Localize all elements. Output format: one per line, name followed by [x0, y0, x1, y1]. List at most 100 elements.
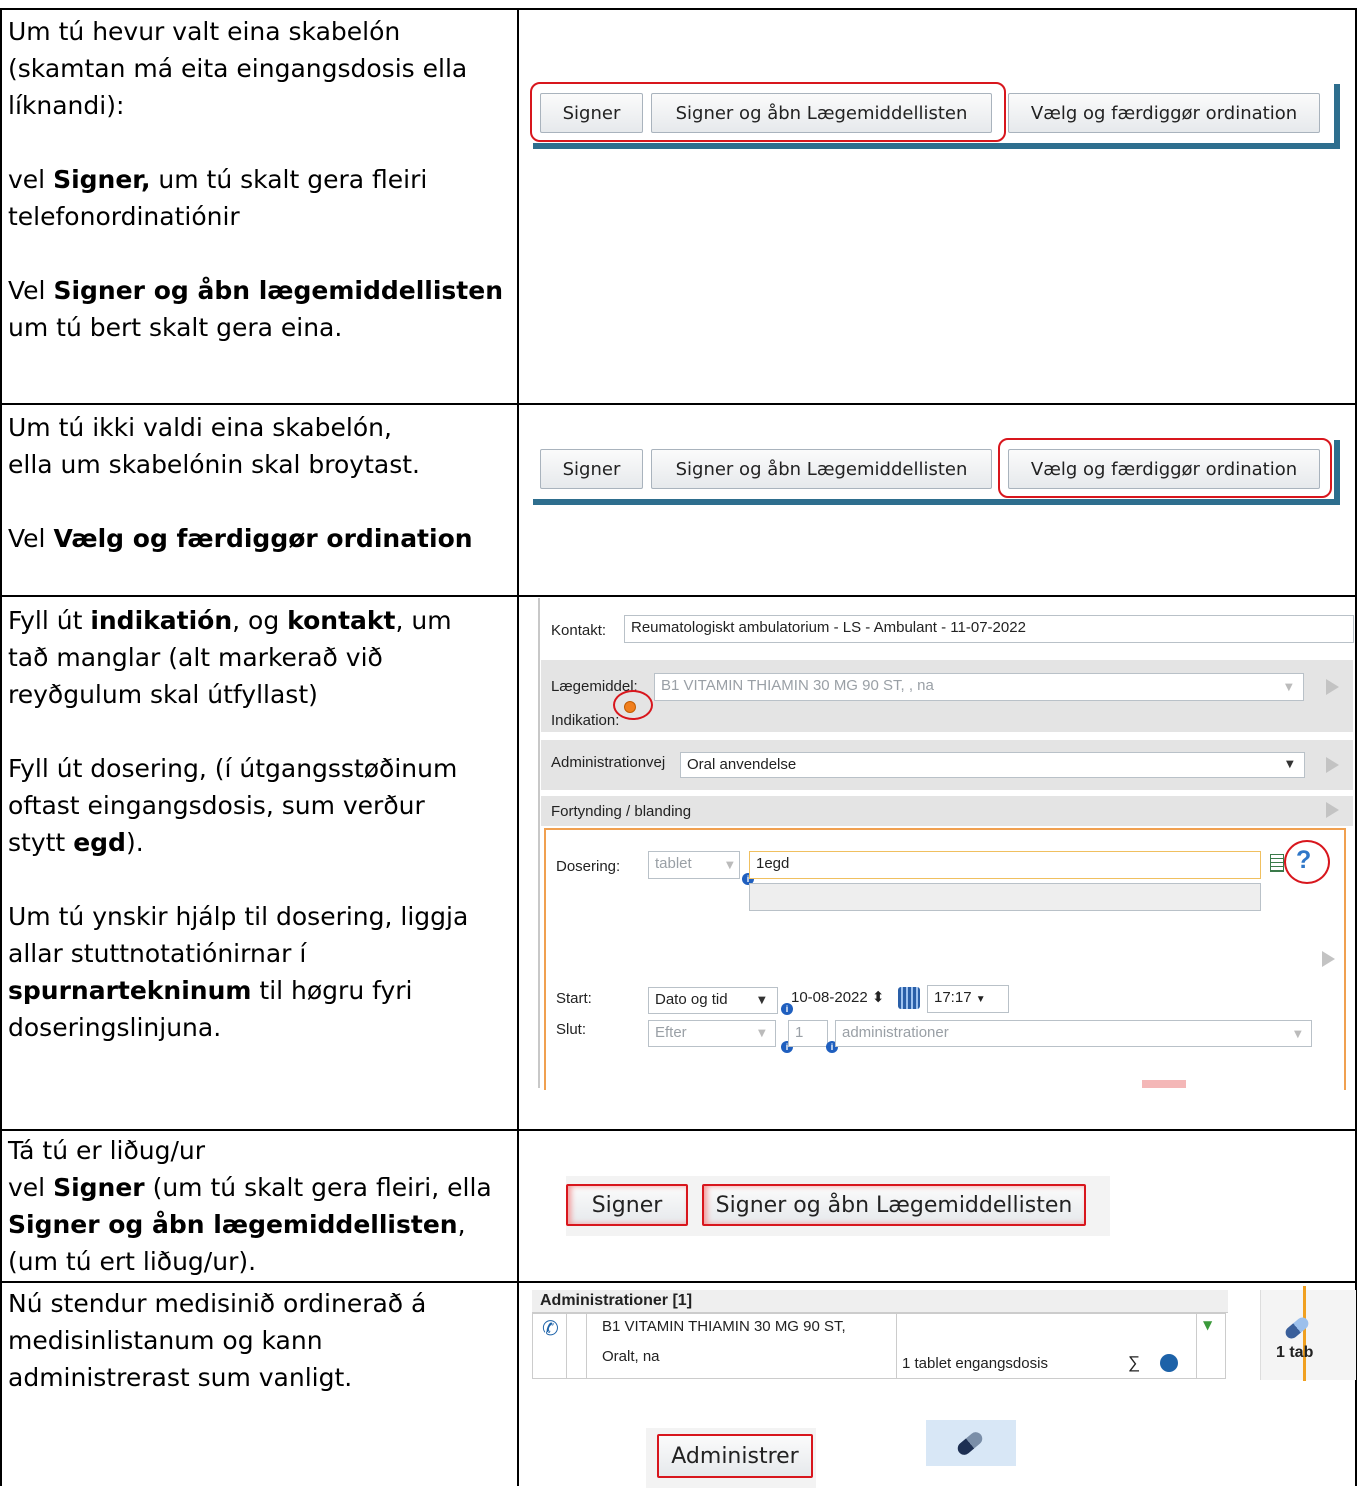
table-row-divider [0, 595, 1357, 597]
choose-complete-button[interactable]: Vælg og færdiggør ordination [1008, 93, 1320, 133]
line-text: oftast eingangsdosis, sum verður [8, 791, 425, 820]
expand-arrow-icon[interactable] [1326, 802, 1339, 818]
decorative-mark [1142, 1080, 1186, 1088]
line-text: Um tú hevur valt eina skabelón [8, 17, 401, 46]
dose-input[interactable]: 1egd [749, 851, 1261, 879]
chevron-down-icon: ▼ [758, 1028, 766, 1039]
administrer-button[interactable]: Administrer [657, 1434, 813, 1478]
instruction-line: líknandi): [8, 87, 513, 124]
drug-route: Oralt, na [602, 1348, 660, 1365]
expand-arrow-icon[interactable] [1326, 679, 1339, 695]
line-text: , [457, 1210, 466, 1239]
kontakt-label: Kontakt: [551, 622, 607, 639]
slut-type-select[interactable]: Efter [648, 1020, 776, 1047]
instruction-line: Um tú ynskir hjálp til dosering, liggja [8, 898, 513, 935]
expand-arrow-icon[interactable] [1322, 951, 1335, 967]
signer-open-list-button[interactable]: Signer og åbn Lægemiddellisten [651, 449, 992, 489]
dose-text: 1 tablet engangsdosis [902, 1355, 1048, 1372]
line-text: , og [232, 606, 288, 635]
instruction-line: oftast eingangsdosis, sum verður [8, 787, 513, 824]
instruction-line: reyðgulum skal útfyllast) [8, 676, 513, 713]
bold-term: Vælg og færdiggør ordination [53, 524, 473, 553]
line-text: Um tú ynskir hjálp til dosering, liggja [8, 902, 469, 931]
chevron-down-icon: ▼ [726, 860, 734, 871]
row-3-instructions: Fyll út indikatión, og kontakt, um tað ma… [8, 602, 513, 1046]
laegemiddel-field[interactable]: B1 VITAMIN THIAMIN 30 MG 90 ST, , na [654, 673, 1304, 701]
instruction-line: administrerast sum vanligt. [8, 1359, 513, 1396]
highlight-required-marker [613, 690, 653, 720]
instruction-line: telefonordinatiónir [8, 198, 513, 235]
instruction-line: vel Signer, um tú skalt gera fleiri [8, 161, 513, 198]
instruction-line: Um tú hevur valt eina skabelón [8, 13, 513, 50]
instruction-line: ella um skabelónin skal broytast. [8, 446, 513, 483]
panel-bottom-border [533, 499, 1340, 505]
table-border-mid [517, 8, 519, 1486]
start-date-field[interactable]: 10-08-2022 ⬍ [787, 985, 893, 1013]
slut-unit-select[interactable]: administrationer [835, 1020, 1312, 1047]
instruction-line: Um tú ikki valdi eina skabelón, [8, 409, 513, 446]
start-label: Start: [556, 990, 592, 1007]
line-text: administrerast sum vanligt. [8, 1363, 353, 1392]
expand-arrow-icon[interactable] [1326, 757, 1339, 773]
bold-term: Signer og åbn lægemiddellisten [8, 1210, 458, 1239]
line-text: Fyll út [8, 606, 91, 635]
instruction-line: (skamtan má eita eingangsdosis ella [8, 50, 513, 87]
kontakt-field[interactable]: Reumatologiskt ambulatorium - LS - Ambul… [624, 615, 1354, 643]
panel-right-border [1334, 440, 1340, 505]
drug-name: B1 VITAMIN THIAMIN 30 MG 90 ST, [602, 1318, 846, 1335]
line-text: Vel [8, 524, 54, 553]
side-dose-text: 1 tab [1276, 1344, 1314, 1361]
table-border-top [0, 8, 1357, 10]
adm-header-label: Administrationer [1] [540, 1292, 693, 1309]
row-5-instructions: Nú stendur medisinið ordinerað á medisinl… [8, 1285, 513, 1396]
panel-bottom-border [533, 143, 1340, 149]
form-left-border [538, 598, 540, 1088]
instruction-line: Fyll út indikatión, og kontakt, um [8, 602, 513, 639]
adm-col-line [586, 1313, 587, 1379]
side-cell [1260, 1290, 1356, 1380]
administrationsvej-select[interactable]: Oral anvendelse [680, 752, 1305, 778]
fortynding-label[interactable]: Fortynding / blanding [551, 803, 691, 820]
sum-icon: ∑ [1128, 1353, 1141, 1372]
line-text: um tú bert skalt gera eina. [8, 313, 343, 342]
signer-button[interactable]: Signer [540, 449, 643, 489]
info-icon[interactable]: i [781, 1003, 793, 1015]
line-text: reyðgulum skal útfyllast) [8, 680, 318, 709]
instruction-line: vel Signer (um tú skalt gera fleiri, ell… [8, 1169, 513, 1206]
instruction-line: doseringslinjuna. [8, 1009, 513, 1046]
line-text: ). [125, 828, 144, 857]
start-time-field[interactable]: 17:17 ▼ [927, 985, 1009, 1013]
line-text: Tá tú er liðug/ur [8, 1136, 206, 1165]
line-text: stytt [8, 828, 74, 857]
instruction-line: tað manglar (alt markerað við [8, 639, 513, 676]
line-text: Nú stendur medisinið ordinerað á [8, 1289, 427, 1318]
instruction-line: Vel Signer og åbn lægemiddellisten [8, 272, 513, 309]
panel-right-border [1334, 84, 1340, 149]
instruction-line: Vel Vælg og færdiggør ordination [8, 520, 513, 557]
calculator-icon[interactable] [1270, 854, 1284, 872]
table-row-divider [0, 403, 1357, 405]
line-text: (um tú ert liðug/ur). [8, 1247, 257, 1276]
instruction-line: (um tú ert liðug/ur). [8, 1243, 513, 1280]
signer-button[interactable]: Signer [566, 1184, 688, 1226]
instruction-line: medisinlistanum og kann [8, 1322, 513, 1359]
adm-col-line [566, 1313, 567, 1379]
bold-term: Signer, [53, 165, 151, 194]
bold-term: kontakt [287, 606, 396, 635]
clock-icon [1160, 1354, 1178, 1372]
line-text: allar stuttnotatiónirnar í [8, 939, 307, 968]
slut-count-field[interactable]: 1 [788, 1020, 828, 1047]
dosering-label: Dosering: [556, 858, 621, 875]
indikation-label: Indikation: [551, 712, 620, 729]
signer-open-list-button[interactable]: Signer og åbn Lægemiddellisten [702, 1184, 1086, 1226]
line-text: , um [395, 606, 452, 635]
calendar-icon[interactable] [898, 987, 920, 1009]
phone-icon: ✆ [542, 1316, 559, 1340]
highlight-signer-buttons [530, 82, 1006, 142]
chevron-down-icon[interactable]: ▼ [1203, 1318, 1212, 1332]
instruction-line: Nú stendur medisinið ordinerað á [8, 1285, 513, 1322]
row-2-instructions: Um tú ikki valdi eina skabelón, ella um s… [8, 409, 513, 557]
